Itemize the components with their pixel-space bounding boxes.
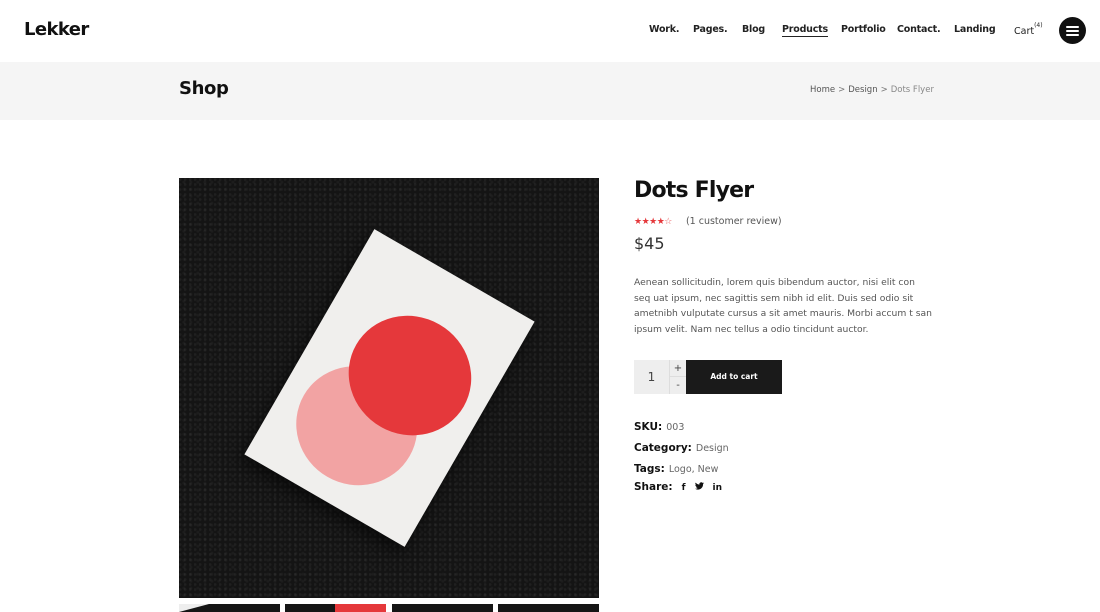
twitter-icon[interactable]: [694, 482, 704, 493]
breadcrumb-separator: >: [880, 85, 888, 95]
breadcrumb-design[interactable]: Design: [848, 85, 877, 95]
quantity-decrease-button[interactable]: -: [669, 377, 686, 394]
tags-links[interactable]: Logo, New: [669, 464, 719, 475]
product-description: Aenean sollicitudin, lorem quis bibendum…: [634, 277, 932, 335]
product-share: Share: f in: [634, 481, 722, 493]
product-price: $45: [634, 234, 665, 253]
product-title: Dots Flyer: [634, 178, 754, 203]
nav-item-products[interactable]: Products: [782, 24, 828, 37]
product-tags: Tags: Logo, New: [634, 463, 718, 475]
product-rating: ★★★★☆ (1 customer review): [634, 209, 782, 228]
product-sku: SKU: 003: [634, 421, 684, 433]
cart-count-badge: (4): [1034, 22, 1043, 29]
sku-label: SKU:: [634, 421, 663, 433]
breadcrumb-current: Dots Flyer: [890, 85, 934, 95]
sku-value: 003: [666, 422, 685, 433]
thumbnail-4[interactable]: [498, 604, 599, 612]
cart-label: Cart: [1014, 26, 1035, 38]
hamburger-icon: [1066, 26, 1079, 28]
add-to-cart-button[interactable]: Add to cart: [686, 360, 782, 394]
category-link[interactable]: Design: [696, 443, 729, 454]
breadcrumb-separator: >: [838, 85, 846, 95]
page-title-bar: Shop Home > Design > Dots Flyer: [0, 62, 1100, 120]
star-rating-icon: ★★★★☆: [634, 217, 672, 227]
thumbnail-1[interactable]: [179, 604, 280, 612]
nav-item-portfolio[interactable]: Portfolio: [841, 24, 886, 35]
breadcrumb-home[interactable]: Home: [810, 85, 835, 95]
review-count-link[interactable]: (1 customer review): [686, 216, 782, 227]
linkedin-icon[interactable]: in: [713, 483, 723, 493]
nav-item-work[interactable]: Work.: [649, 24, 679, 35]
tags-label: Tags:: [634, 463, 665, 475]
menu-button[interactable]: [1059, 17, 1086, 44]
site-header: Lekker Work. Pages. Blog Products Portfo…: [0, 0, 1100, 62]
quantity-increase-button[interactable]: +: [669, 360, 686, 377]
page-title: Shop: [179, 78, 229, 99]
facebook-icon[interactable]: f: [682, 483, 686, 493]
thumbnail-3[interactable]: [392, 604, 493, 612]
product-thumbnails: [179, 604, 599, 612]
nav-item-landing[interactable]: Landing: [954, 24, 996, 35]
quantity-input[interactable]: 1: [634, 360, 669, 394]
product-main-image[interactable]: [179, 178, 599, 598]
nav-item-pages[interactable]: Pages.: [693, 24, 728, 35]
nav-item-blog[interactable]: Blog: [742, 24, 765, 35]
breadcrumb: Home > Design > Dots Flyer: [810, 85, 934, 95]
main-nav: Work. Pages. Blog Products Portfolio Con…: [0, 24, 1100, 38]
category-label: Category:: [634, 442, 692, 454]
thumbnail-2[interactable]: [285, 604, 386, 612]
product-category: Category: Design: [634, 442, 729, 454]
cart-link[interactable]: Cart(4): [1014, 22, 1043, 38]
nav-item-contact[interactable]: Contact.: [897, 24, 941, 35]
share-label: Share:: [634, 481, 673, 493]
